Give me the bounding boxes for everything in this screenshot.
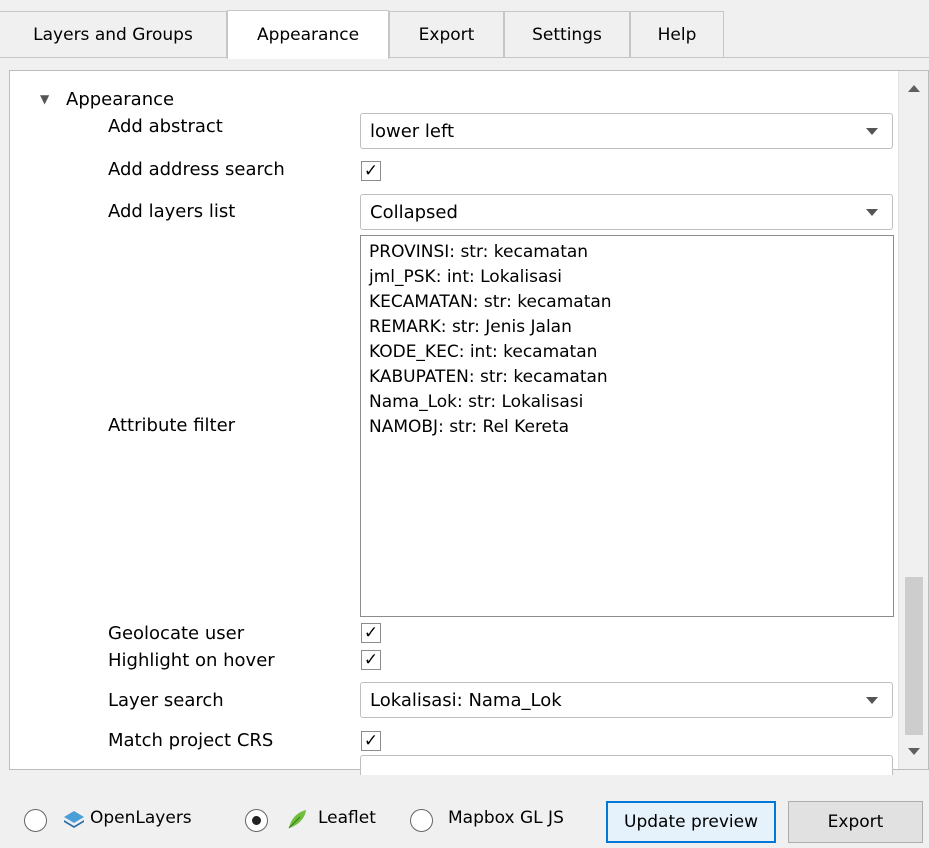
button-label: Update preview (624, 812, 758, 832)
tab-export[interactable]: Export (389, 11, 504, 58)
list-item[interactable]: PROVINSI: str: kecamatan (369, 240, 885, 265)
appearance-section-header[interactable]: ▼ Appearance (40, 85, 920, 113)
checkmark-icon: ✓ (363, 160, 379, 181)
scroll-up-arrow-icon[interactable] (908, 85, 920, 92)
openlayers-icon (64, 811, 84, 828)
tab-bar: Layers and Groups Appearance Export Sett… (0, 0, 929, 59)
section-title: Appearance (66, 88, 175, 110)
openlayers-radio[interactable] (24, 809, 47, 832)
dropdown-value: Collapsed (370, 201, 458, 223)
tab-label: Export (418, 25, 475, 45)
leaflet-icon (288, 810, 306, 829)
tab-appearance[interactable]: Appearance (227, 10, 389, 59)
tab-layers-and-groups[interactable]: Layers and Groups (0, 11, 227, 58)
dropdown-value: lower left (370, 120, 455, 142)
mapbox-gl-js-radio[interactable] (410, 809, 433, 832)
tab-divider (0, 57, 929, 58)
scrollbar-thumb[interactable] (905, 577, 923, 735)
match-project-crs-checkbox[interactable]: ✓ (361, 731, 381, 751)
geolocate-user-label: Geolocate user (108, 623, 245, 644)
chevron-down-icon (866, 128, 878, 135)
layer-search-label: Layer search (108, 690, 224, 711)
attribute-filter-label: Attribute filter (108, 415, 236, 436)
add-layers-list-dropdown[interactable]: Collapsed (360, 194, 893, 230)
add-address-search-checkbox[interactable]: ✓ (361, 161, 381, 181)
tab-label: Layers and Groups (33, 25, 193, 45)
vertical-scrollbar[interactable] (898, 71, 928, 769)
tab-help[interactable]: Help (630, 11, 724, 58)
highlight-on-hover-checkbox[interactable]: ✓ (361, 650, 381, 670)
tab-settings[interactable]: Settings (504, 11, 630, 58)
checkmark-icon: ✓ (363, 649, 379, 670)
add-layers-list-label: Add layers list (108, 201, 236, 222)
expand-arrow-icon[interactable]: ▼ (40, 92, 66, 106)
match-project-crs-label: Match project CRS (108, 730, 274, 751)
list-item[interactable]: KODE_KEC: int: kecamatan (369, 340, 885, 365)
add-abstract-label: Add abstract (108, 116, 223, 137)
chevron-down-icon (866, 697, 878, 704)
list-item[interactable]: REMARK: str: Jenis Jalan (369, 315, 885, 340)
add-abstract-dropdown[interactable]: lower left (360, 113, 893, 149)
tab-label: Appearance (256, 25, 360, 45)
highlight-on-hover-label: Highlight on hover (108, 650, 275, 671)
chevron-down-icon (866, 209, 878, 216)
add-address-search-label: Add address search (108, 159, 285, 180)
geolocate-user-checkbox[interactable]: ✓ (361, 623, 381, 643)
bottom-toolbar: OpenLayers Leaflet Mapbox GL JS Update p… (0, 795, 929, 848)
tab-label: Help (657, 25, 697, 45)
openlayers-label[interactable]: OpenLayers (90, 808, 192, 828)
button-label: Export (827, 812, 884, 832)
checkmark-icon: ✓ (363, 730, 379, 751)
attribute-filter-list[interactable]: PROVINSI: str: kecamatan jml_PSK: int: L… (360, 235, 894, 617)
tab-label: Settings (532, 25, 602, 45)
dropdown-value: Lokalisasi: Nama_Lok (370, 689, 562, 711)
partially-visible-dropdown[interactable] (360, 755, 893, 775)
scroll-down-arrow-icon[interactable] (908, 748, 920, 755)
list-item[interactable]: Nama_Lok: str: Lokalisasi (369, 390, 885, 415)
leaflet-label[interactable]: Leaflet (318, 808, 376, 828)
update-preview-button[interactable]: Update preview (606, 801, 776, 843)
list-item[interactable]: KABUPATEN: str: kecamatan (369, 365, 885, 390)
list-item[interactable]: NAMOBJ: str: Rel Kereta (369, 415, 885, 440)
list-item[interactable]: KECAMATAN: str: kecamatan (369, 290, 885, 315)
export-button[interactable]: Export (788, 801, 923, 843)
mapbox-gl-js-label[interactable]: Mapbox GL JS (448, 808, 564, 828)
leaflet-radio[interactable] (245, 809, 268, 832)
appearance-properties-panel: ▼ Appearance Add abstract lower left Add… (9, 70, 929, 775)
list-item[interactable]: jml_PSK: int: Lokalisasi (369, 265, 885, 290)
scrollbar-track[interactable] (905, 107, 923, 735)
layer-search-dropdown[interactable]: Lokalisasi: Nama_Lok (360, 682, 893, 718)
checkmark-icon: ✓ (363, 622, 379, 643)
